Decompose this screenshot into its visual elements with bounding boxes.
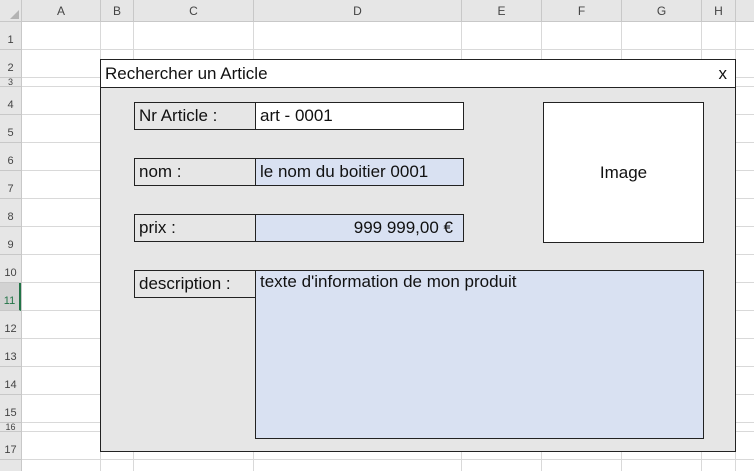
row-header-4[interactable]: 4 — [0, 87, 21, 115]
select-all-corner[interactable] — [0, 0, 22, 22]
row-header-12[interactable]: 12 — [0, 311, 21, 339]
column-header-f[interactable]: F — [542, 0, 622, 22]
nom-label: nom : — [134, 158, 256, 186]
column-header-b[interactable]: B — [101, 0, 134, 22]
select-all-triangle-icon — [10, 10, 19, 19]
prix-label: prix : — [134, 214, 256, 242]
column-header-g[interactable]: G — [622, 0, 702, 22]
prix-field[interactable]: 999 999,00 € — [255, 214, 464, 242]
column-header-e[interactable]: E — [462, 0, 542, 22]
row-header-8[interactable]: 8 — [0, 199, 21, 227]
row-header-2[interactable]: 2 — [0, 50, 21, 78]
nr-article-label: Nr Article : — [134, 102, 256, 130]
description-label: description : — [134, 270, 256, 298]
search-article-form: Rechercher un Article x Nr Article : art… — [100, 59, 736, 452]
row-header-1[interactable]: 1 — [0, 22, 21, 50]
row-header-9[interactable]: 9 — [0, 227, 21, 255]
description-field[interactable]: texte d'information de mon produit — [255, 270, 704, 439]
row-header-10[interactable]: 10 — [0, 255, 21, 283]
column-headers: A B C D E F G H — [22, 0, 754, 22]
row-header-14[interactable]: 14 — [0, 367, 21, 395]
row-header-6[interactable]: 6 — [0, 143, 21, 171]
form-title: Rechercher un Article — [105, 64, 268, 83]
form-title-bar: Rechercher un Article x — [101, 60, 735, 88]
column-header-a[interactable]: A — [22, 0, 101, 22]
row-header-11[interactable]: 11 — [0, 283, 21, 311]
row-header-13[interactable]: 13 — [0, 339, 21, 367]
row-header-15[interactable]: 15 — [0, 395, 21, 423]
column-header-h[interactable]: H — [702, 0, 736, 22]
row-header-17[interactable]: 17 — [0, 432, 21, 460]
row-header-16[interactable]: 16 — [0, 423, 21, 432]
image-box: Image — [543, 102, 704, 243]
column-header-d[interactable]: D — [254, 0, 462, 22]
image-label: Image — [599, 162, 648, 182]
close-button[interactable]: x — [719, 64, 728, 84]
row-header-7[interactable]: 7 — [0, 171, 21, 199]
nom-field[interactable]: le nom du boitier 0001 — [255, 158, 464, 186]
row-headers: 1 2 3 4 5 6 7 8 9 10 11 12 13 14 15 16 1… — [0, 22, 22, 471]
nr-article-input[interactable]: art - 0001 — [255, 102, 464, 130]
row-header-5[interactable]: 5 — [0, 115, 21, 143]
column-header-c[interactable]: C — [134, 0, 254, 22]
row-header-3[interactable]: 3 — [0, 78, 21, 87]
